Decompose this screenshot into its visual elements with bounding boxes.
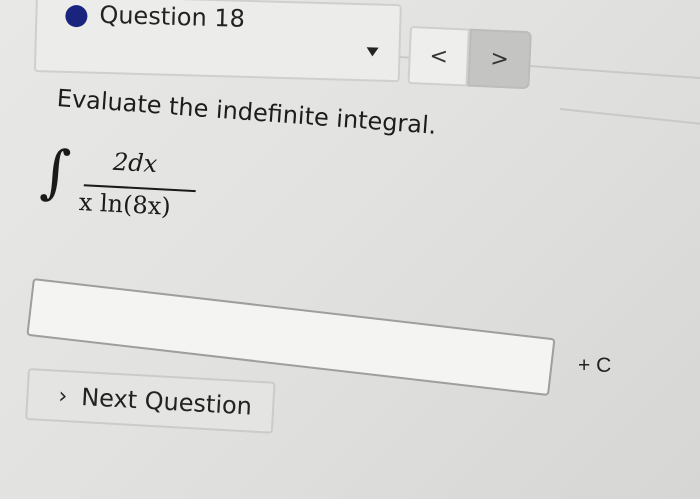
integral-numerator: 2dx [112,147,158,179]
question-prompt: Evaluate the indefinite integral. [55,84,438,140]
integral-denominator: x ln(8x) [78,188,172,221]
question-selector[interactable]: Question 18 [33,0,402,83]
caret-down-icon[interactable] [366,47,379,57]
chevron-left-icon: < [428,43,449,70]
next-question-label: Next Question [80,383,253,421]
previous-question-button[interactable]: < [407,26,470,87]
integral-expression: ∫ 2dx x ln(8x) [37,137,211,241]
next-question-button[interactable]: › Next Question [25,368,276,434]
chevron-right-icon: > [489,46,510,72]
header-divider-right [559,108,700,127]
integral-sign: ∫ [38,137,73,207]
chevron-right-icon: › [57,383,68,409]
next-question-arrow-button[interactable]: > [467,28,532,90]
plus-c-label: + C [578,354,612,377]
question-title: Question 18 [99,0,246,33]
question-status-dot [65,4,88,28]
question-nav: < > [407,26,532,93]
